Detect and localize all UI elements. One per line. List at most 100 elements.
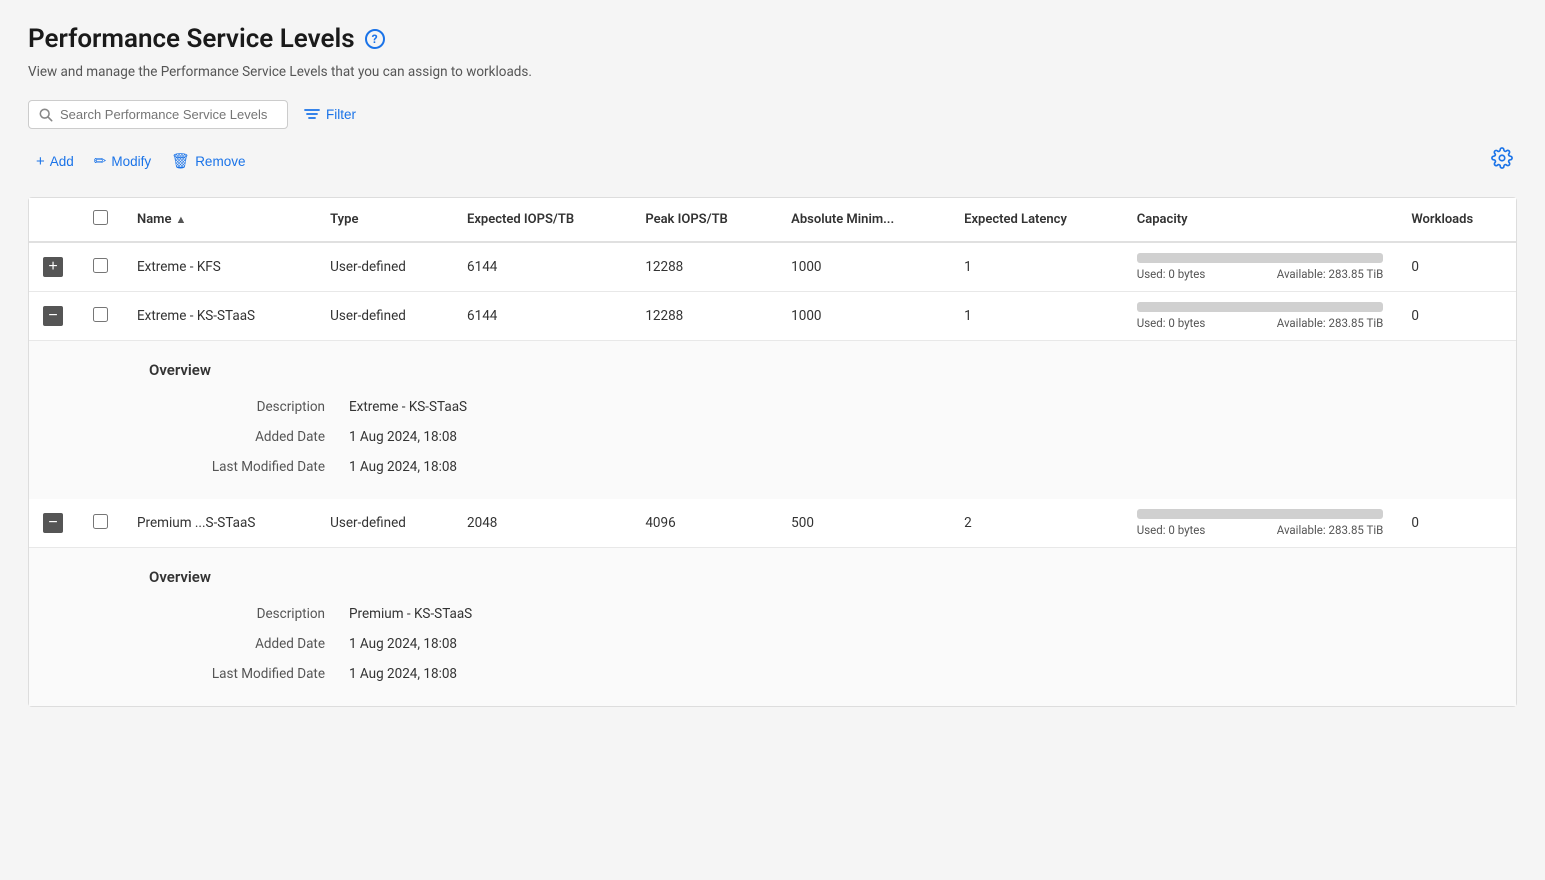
- workloads-cell: 0: [1397, 242, 1516, 292]
- name-cell: Extreme - KFS: [123, 242, 316, 292]
- capacity-cell: Used: 0 bytes Available: 283.85 TiB: [1123, 499, 1398, 548]
- description-label: Description: [149, 399, 349, 415]
- col-absolute-min-header: Absolute Minim...: [777, 198, 950, 242]
- col-expected-latency-header: Expected Latency: [950, 198, 1123, 242]
- absolute-min-cell: 1000: [777, 242, 950, 292]
- capacity-used: Used: 0 bytes: [1137, 523, 1206, 537]
- expected-latency-cell: 1: [950, 242, 1123, 292]
- col-checkbox-header: [77, 198, 123, 242]
- added-date-value: 1 Aug 2024, 18:08: [349, 636, 749, 652]
- col-expected-iops-header: Expected IOPS/TB: [453, 198, 631, 242]
- absolute-min-cell: 1000: [777, 292, 950, 341]
- last-modified-label: Last Modified Date: [149, 459, 349, 475]
- capacity-used: Used: 0 bytes: [1137, 267, 1206, 281]
- capacity-cell: Used: 0 bytes Available: 283.85 TiB: [1123, 242, 1398, 292]
- name-cell: Premium ...S-STaaS: [123, 499, 316, 548]
- expand-cell: −: [29, 499, 77, 548]
- added-date-value: 1 Aug 2024, 18:08: [349, 429, 749, 445]
- remove-label: Remove: [195, 154, 245, 169]
- detail-section-title: Overview: [149, 361, 1456, 379]
- added-date-label: Added Date: [149, 429, 349, 445]
- modify-label: Modify: [111, 154, 151, 169]
- col-expand-header: [29, 198, 77, 242]
- col-peak-iops-header: Peak IOPS/TB: [631, 198, 777, 242]
- modify-icon: ✏: [94, 152, 107, 170]
- sort-icon: ▲: [175, 213, 186, 226]
- detail-section-title: Overview: [149, 568, 1456, 586]
- expected-latency-cell: 2: [950, 499, 1123, 548]
- last-modified-value: 1 Aug 2024, 18:08: [349, 459, 749, 475]
- row-checkbox[interactable]: [93, 307, 108, 322]
- checkbox-cell: [77, 499, 123, 548]
- description-value: Premium - KS-STaaS: [349, 606, 749, 622]
- table-row: − Premium ...S-STaaS User-defined 2048 4…: [29, 499, 1516, 548]
- help-icon[interactable]: ?: [365, 29, 385, 49]
- add-button[interactable]: + Add: [28, 148, 82, 175]
- page-subtitle: View and manage the Performance Service …: [28, 64, 1517, 80]
- detail-row: Overview Description Premium - KS-STaaS …: [29, 548, 1516, 707]
- table-row: − Extreme - KS-STaaS User-defined 6144 1…: [29, 292, 1516, 341]
- add-icon: +: [36, 153, 45, 170]
- expected-iops-cell: 2048: [453, 499, 631, 548]
- capacity-available: Available: 283.85 TiB: [1277, 316, 1384, 330]
- checkbox-cell: [77, 242, 123, 292]
- gear-icon: [1491, 147, 1513, 169]
- col-capacity-header: Capacity: [1123, 198, 1398, 242]
- filter-icon: [304, 108, 320, 122]
- data-table: Name ▲ Type Expected IOPS/TB Peak IOPS/T…: [28, 197, 1517, 707]
- expand-button[interactable]: +: [43, 257, 63, 277]
- search-toolbar: Filter: [28, 100, 1517, 129]
- detail-cell: Overview Description Extreme - KS-STaaS …: [29, 341, 1516, 500]
- workloads-cell: 0: [1397, 499, 1516, 548]
- description-label: Description: [149, 606, 349, 622]
- page-title: Performance Service Levels ?: [28, 24, 1517, 54]
- remove-icon: 🗑: [171, 152, 190, 170]
- capacity-cell: Used: 0 bytes Available: 283.85 TiB: [1123, 292, 1398, 341]
- detail-row: Overview Description Extreme - KS-STaaS …: [29, 341, 1516, 500]
- expand-button[interactable]: −: [43, 306, 63, 326]
- expand-cell: −: [29, 292, 77, 341]
- peak-iops-cell: 12288: [631, 292, 777, 341]
- type-cell: User-defined: [316, 242, 453, 292]
- expand-button[interactable]: −: [43, 513, 63, 533]
- capacity-available: Available: 283.85 TiB: [1277, 523, 1384, 537]
- capacity-available: Available: 283.85 TiB: [1277, 267, 1384, 281]
- checkbox-cell: [77, 292, 123, 341]
- search-box: [28, 100, 288, 129]
- select-all-checkbox[interactable]: [93, 210, 108, 225]
- table-row: + Extreme - KFS User-defined 6144 12288 …: [29, 242, 1516, 292]
- peak-iops-cell: 12288: [631, 242, 777, 292]
- expected-iops-cell: 6144: [453, 292, 631, 341]
- expand-cell: +: [29, 242, 77, 292]
- type-cell: User-defined: [316, 499, 453, 548]
- absolute-min-cell: 500: [777, 499, 950, 548]
- expected-latency-cell: 1: [950, 292, 1123, 341]
- workloads-cell: 0: [1397, 292, 1516, 341]
- settings-button[interactable]: [1487, 143, 1517, 179]
- table-header-row: Name ▲ Type Expected IOPS/TB Peak IOPS/T…: [29, 198, 1516, 242]
- filter-button[interactable]: Filter: [300, 101, 360, 128]
- expected-iops-cell: 6144: [453, 242, 631, 292]
- row-checkbox[interactable]: [93, 514, 108, 529]
- filter-label: Filter: [326, 107, 356, 122]
- add-label: Add: [50, 154, 74, 169]
- search-icon: [39, 108, 53, 122]
- remove-button[interactable]: 🗑 Remove: [163, 147, 253, 175]
- detail-grid: Description Extreme - KS-STaaS Added Dat…: [149, 399, 749, 475]
- added-date-label: Added Date: [149, 636, 349, 652]
- action-bar: + Add ✏ Modify 🗑 Remove: [28, 143, 1517, 179]
- col-type-header: Type: [316, 198, 453, 242]
- col-name-header: Name ▲: [123, 198, 316, 242]
- modify-button[interactable]: ✏ Modify: [86, 147, 159, 175]
- last-modified-label: Last Modified Date: [149, 666, 349, 682]
- detail-grid: Description Premium - KS-STaaS Added Dat…: [149, 606, 749, 682]
- search-input[interactable]: [60, 107, 277, 122]
- detail-cell: Overview Description Premium - KS-STaaS …: [29, 548, 1516, 707]
- type-cell: User-defined: [316, 292, 453, 341]
- capacity-used: Used: 0 bytes: [1137, 316, 1206, 330]
- row-checkbox[interactable]: [93, 258, 108, 273]
- col-workloads-header: Workloads: [1397, 198, 1516, 242]
- peak-iops-cell: 4096: [631, 499, 777, 548]
- description-value: Extreme - KS-STaaS: [349, 399, 749, 415]
- last-modified-value: 1 Aug 2024, 18:08: [349, 666, 749, 682]
